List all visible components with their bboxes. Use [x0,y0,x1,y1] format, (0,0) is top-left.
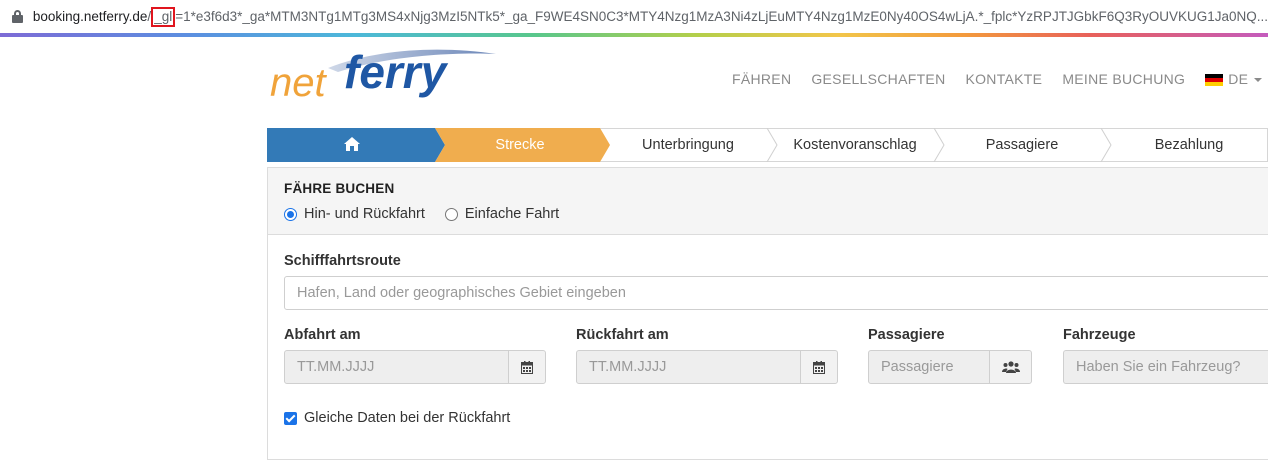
same-dates-checkbox[interactable] [284,411,297,425]
departure-date-input[interactable]: TT.MM.JJJJ [284,350,510,384]
browser-address-bar[interactable]: booking.netferry.de / _gl =1*e3f6d3*_ga*MTM… [0,0,1268,33]
nav-item-kontakte[interactable]: KONTAKTE [965,71,1042,87]
return-calendar-button[interactable] [800,350,838,384]
same-dates-row: Gleiche Daten bei der Rückfahrt [284,410,510,426]
route-label: Schifffahrtsroute [284,253,401,269]
vehicles-label: Fahrzeuge [1063,327,1136,343]
step-unterbringung[interactable]: Unterbringung [605,128,771,162]
one-way-label[interactable]: Einfache Fahrt [465,206,559,222]
return-date-input[interactable]: TT.MM.JJJJ [576,350,802,384]
return-label: Rückfahrt am [576,327,669,343]
calendar-icon [521,360,533,374]
users-icon [1001,361,1020,373]
booking-panel-header: FÄHRE BUCHEN Hin- und Rückfahrt Einfache… [268,168,1268,235]
netferry-logo[interactable]: net ferry [268,46,498,104]
booking-panel: FÄHRE BUCHEN Hin- und Rückfahrt Einfache… [267,167,1268,460]
route-input[interactable]: Hafen, Land oder geographisches Gebiet e… [284,276,1268,310]
nav-item-meine-buchung[interactable]: MEINE BUCHUNG [1062,71,1185,87]
same-dates-label[interactable]: Gleiche Daten bei der Rückfahrt [304,410,510,426]
calendar-icon [813,360,825,374]
step-bezahlung[interactable]: Bezahlung [1106,128,1268,162]
url-highlighted-param: _gl [151,6,176,27]
round-trip-label[interactable]: Hin- und Rückfahrt [304,206,425,222]
step-strecke[interactable]: Strecke [437,128,603,162]
language-selector[interactable]: DE [1205,71,1263,87]
url-query: =1*e3f6d3*_ga*MTM3NTg1MTg3MS4xNjg3MzI5NT… [175,9,1268,24]
step-kostenvoranschlag[interactable]: Kostenvoranschlag [772,128,938,162]
main-nav: FÄHREN GESELLSCHAFTEN KONTAKTE MEINE BUC… [732,71,1268,87]
passengers-button[interactable] [989,350,1032,384]
step-home[interactable] [267,128,437,162]
nav-item-faehren[interactable]: FÄHREN [732,71,791,87]
home-icon [344,137,360,151]
logo-text-ferry: ferry [344,46,449,98]
departure-calendar-button[interactable] [508,350,546,384]
nav-item-gesellschaften[interactable]: GESELLSCHAFTEN [811,71,945,87]
step-passagiere[interactable]: Passagiere [939,128,1105,162]
round-trip-radio[interactable] [284,207,297,221]
booking-steps: Strecke Unterbringung Kostenvoranschlag … [267,128,1268,162]
logo-text-net: net [270,61,327,104]
lock-icon[interactable] [12,10,23,23]
one-way-radio[interactable] [444,207,458,221]
departure-label: Abfahrt am [284,327,361,343]
caret-down-icon [1254,78,1263,83]
passengers-label: Passagiere [868,327,945,343]
loading-bar [0,33,1268,37]
passengers-input[interactable]: Passagiere [868,350,992,384]
trip-type-group: Hin- und Rückfahrt Einfache Fahrt [284,206,579,222]
vehicles-input[interactable]: Haben Sie ein Fahrzeug? [1063,350,1268,384]
booking-title: FÄHRE BUCHEN [284,181,395,196]
german-flag-icon [1205,74,1224,87]
url-host: booking.netferry.de [32,9,148,24]
language-label: DE [1228,71,1249,87]
